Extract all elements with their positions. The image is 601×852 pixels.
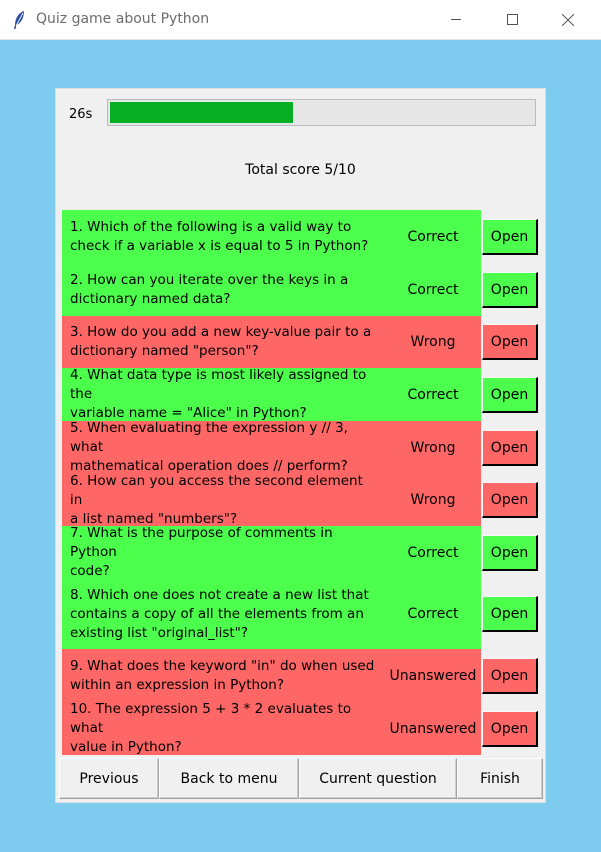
question-status: Wrong bbox=[385, 421, 481, 474]
question-text-line: 8. Which one does not create a new list … bbox=[70, 586, 369, 603]
window-title: Quiz game about Python bbox=[36, 11, 210, 27]
current-question-button[interactable]: Current question bbox=[299, 758, 457, 799]
question-text-line: 3. How do you add a new key-value pair t… bbox=[70, 324, 372, 340]
question-text-line: 10. The expression 5 + 3 * 2 evaluates t… bbox=[70, 701, 352, 736]
open-question-button[interactable]: Open bbox=[482, 482, 538, 518]
question-text: 1. Which of the following is a valid way… bbox=[62, 210, 385, 263]
question-status: Correct bbox=[385, 368, 481, 421]
feather-icon bbox=[14, 11, 24, 29]
title-bar: Quiz game about Python bbox=[0, 0, 601, 40]
question-status: Correct bbox=[385, 579, 481, 649]
question-text: 8. Which one does not create a new list … bbox=[62, 579, 385, 649]
question-text: 6. How can you access the second element… bbox=[62, 472, 385, 527]
previous-button[interactable]: Previous bbox=[59, 758, 159, 799]
open-question-button[interactable]: Open bbox=[482, 324, 538, 360]
open-question-button[interactable]: Open bbox=[482, 658, 538, 694]
question-text-line: existing list "original_list"? bbox=[70, 624, 249, 641]
question-text-line: 5. When evaluating the expression y // 3… bbox=[70, 420, 348, 455]
question-status: Wrong bbox=[385, 316, 481, 368]
question-text-line: dictionary named "person"? bbox=[70, 343, 259, 359]
timer-progress-fill bbox=[110, 102, 293, 123]
question-status: Unanswered bbox=[385, 649, 481, 702]
open-question-button[interactable]: Open bbox=[482, 219, 538, 255]
quiz-panel: 26s Total score 5/10 1. Which of the fol… bbox=[55, 88, 546, 803]
question-text: 7. What is the purpose of comments in Py… bbox=[62, 525, 385, 579]
finish-button[interactable]: Finish bbox=[457, 758, 543, 799]
open-question-button[interactable]: Open bbox=[482, 272, 538, 308]
minimize-button[interactable] bbox=[433, 0, 479, 39]
question-text-line: dictionary named data? bbox=[70, 290, 231, 307]
question-text-line: 2. How can you iterate over the keys in … bbox=[70, 271, 349, 288]
open-question-button[interactable]: Open bbox=[482, 377, 538, 413]
question-text-line: 6. How can you access the second element… bbox=[70, 472, 363, 508]
question-status: Correct bbox=[385, 263, 481, 316]
question-text: 4. What data type is most likely assigne… bbox=[62, 367, 385, 421]
question-text-line: check if a variable x is equal to 5 in P… bbox=[70, 237, 369, 254]
maximize-button[interactable] bbox=[489, 0, 535, 39]
open-question-button[interactable]: Open bbox=[482, 430, 538, 466]
question-text-line: 7. What is the purpose of comments in Py… bbox=[70, 525, 333, 560]
open-question-button[interactable]: Open bbox=[482, 596, 538, 632]
back-to-menu-button[interactable]: Back to menu bbox=[159, 758, 299, 799]
close-icon bbox=[562, 13, 574, 26]
total-score: Total score 5/10 bbox=[245, 162, 356, 178]
question-text: 2. How can you iterate over the keys in … bbox=[62, 263, 385, 316]
open-question-button[interactable]: Open bbox=[482, 711, 538, 747]
question-text-line: contains a copy of all the elements from… bbox=[70, 605, 364, 622]
question-text-line: 4. What data type is most likely assigne… bbox=[70, 367, 367, 402]
maximize-icon bbox=[506, 14, 518, 25]
close-button[interactable] bbox=[545, 0, 591, 39]
question-status: Unanswered bbox=[385, 702, 481, 755]
open-question-button[interactable]: Open bbox=[482, 535, 538, 571]
minimize-icon bbox=[451, 19, 461, 20]
question-text: 9. What does the keyword "in" do when us… bbox=[62, 649, 385, 702]
question-text: 3. How do you add a new key-value pair t… bbox=[62, 316, 385, 368]
question-status: Wrong bbox=[385, 474, 481, 526]
question-text-line: 1. Which of the following is a valid way… bbox=[70, 218, 352, 235]
question-text-line: 9. What does the keyword "in" do when us… bbox=[70, 657, 375, 674]
question-text: 5. When evaluating the expression y // 3… bbox=[62, 420, 385, 474]
timer-progress-bar bbox=[107, 99, 536, 126]
question-text-line: within an expression in Python? bbox=[70, 676, 285, 693]
timer-label: 26s bbox=[69, 107, 93, 122]
question-status: Correct bbox=[385, 526, 481, 579]
question-text-line: value in Python? bbox=[70, 739, 182, 755]
question-status: Correct bbox=[385, 210, 481, 263]
question-text: 10. The expression 5 + 3 * 2 evaluates t… bbox=[62, 701, 385, 755]
